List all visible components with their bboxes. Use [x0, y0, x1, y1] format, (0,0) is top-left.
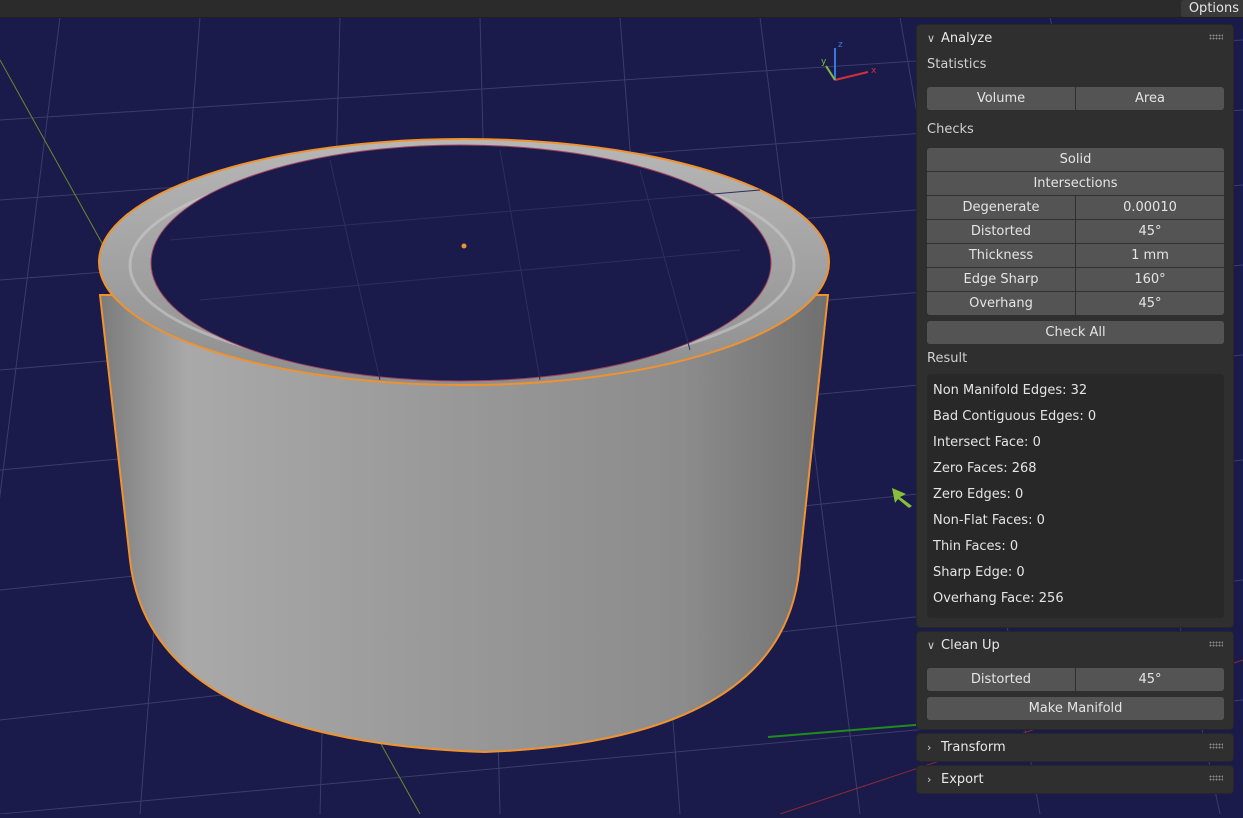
overhang-value-field[interactable]: 45° — [1076, 292, 1224, 315]
sidebar: ∨ Analyze Statistics Volume Area Checks … — [916, 24, 1234, 797]
result-line: Overhang Face: 256 — [933, 591, 1064, 606]
result-line: Non-Flat Faces: 0 — [933, 513, 1045, 528]
export-panel: › Export — [916, 765, 1234, 794]
area-button[interactable]: Area — [1076, 87, 1224, 110]
cleanup-panel-header[interactable]: ∨ Clean Up — [917, 632, 1233, 659]
axis-gizmo: z x y — [821, 40, 877, 81]
analyze-panel-header[interactable]: ∨ Analyze — [917, 25, 1233, 52]
cleanup-distorted-value-field[interactable]: 45° — [1076, 668, 1224, 691]
cleanup-distorted-button[interactable]: Distorted — [927, 668, 1075, 691]
gizmo-z-label: z — [838, 40, 843, 50]
viewport-header: Options — [0, 0, 1243, 18]
statistics-label: Statistics — [927, 57, 987, 72]
transform-panel: › Transform — [916, 733, 1234, 762]
overhang-button[interactable]: Overhang — [927, 292, 1075, 315]
cylinder-object — [98, 138, 830, 754]
result-line: Sharp Edge: 0 — [933, 565, 1025, 580]
result-line: Bad Contiguous Edges: 0 — [933, 409, 1097, 424]
solid-button[interactable]: Solid — [927, 148, 1224, 171]
cleanup-panel: ∨ Clean Up Distorted 45° Make Manifold — [916, 631, 1234, 730]
options-button[interactable]: Options — [1180, 0, 1243, 17]
chevron-down-icon: ∨ — [927, 32, 936, 45]
result-line: Thin Faces: 0 — [933, 539, 1019, 554]
volume-button[interactable]: Volume — [927, 87, 1075, 110]
thickness-value-field[interactable]: 1 mm — [1076, 244, 1224, 267]
check-all-button[interactable]: Check All — [927, 321, 1224, 344]
degenerate-value-field[interactable]: 0.00010 — [1076, 196, 1224, 219]
transform-title: Transform — [941, 740, 1006, 755]
gizmo-y-label: y — [821, 57, 827, 67]
drag-grip-icon[interactable] — [1209, 775, 1223, 781]
export-title: Export — [941, 772, 984, 787]
make-manifold-button[interactable]: Make Manifold — [927, 697, 1224, 720]
result-line: Zero Faces: 268 — [933, 461, 1037, 476]
cleanup-title: Clean Up — [941, 638, 1000, 653]
chevron-down-icon: ∨ — [927, 639, 936, 652]
analyze-title: Analyze — [941, 31, 993, 46]
green-arrow-marker — [892, 488, 912, 508]
chevron-right-icon: › — [927, 773, 932, 786]
thickness-button[interactable]: Thickness — [927, 244, 1075, 267]
result-box: Non Manifold Edges: 32 Bad Contiguous Ed… — [927, 374, 1224, 618]
chevron-right-icon: › — [927, 741, 932, 754]
checks-label: Checks — [927, 122, 974, 137]
degenerate-button[interactable]: Degenerate — [927, 196, 1075, 219]
drag-grip-icon[interactable] — [1209, 641, 1223, 647]
result-label: Result — [927, 351, 968, 366]
distorted-button[interactable]: Distorted — [927, 220, 1075, 243]
result-line: Zero Edges: 0 — [933, 487, 1024, 502]
result-line: Intersect Face: 0 — [933, 435, 1041, 450]
gizmo-x-label: x — [871, 66, 877, 76]
transform-panel-header[interactable]: › Transform — [917, 734, 1233, 761]
edge-sharp-button[interactable]: Edge Sharp — [927, 268, 1075, 291]
drag-grip-icon[interactable] — [1209, 34, 1223, 40]
drag-grip-icon[interactable] — [1209, 743, 1223, 749]
intersections-button[interactable]: Intersections — [927, 172, 1224, 195]
result-line: Non Manifold Edges: 32 — [933, 383, 1088, 398]
edge-sharp-value-field[interactable]: 160° — [1076, 268, 1224, 291]
distorted-value-field[interactable]: 45° — [1076, 220, 1224, 243]
export-panel-header[interactable]: › Export — [917, 766, 1233, 793]
analyze-panel: ∨ Analyze Statistics Volume Area Checks … — [916, 24, 1234, 628]
